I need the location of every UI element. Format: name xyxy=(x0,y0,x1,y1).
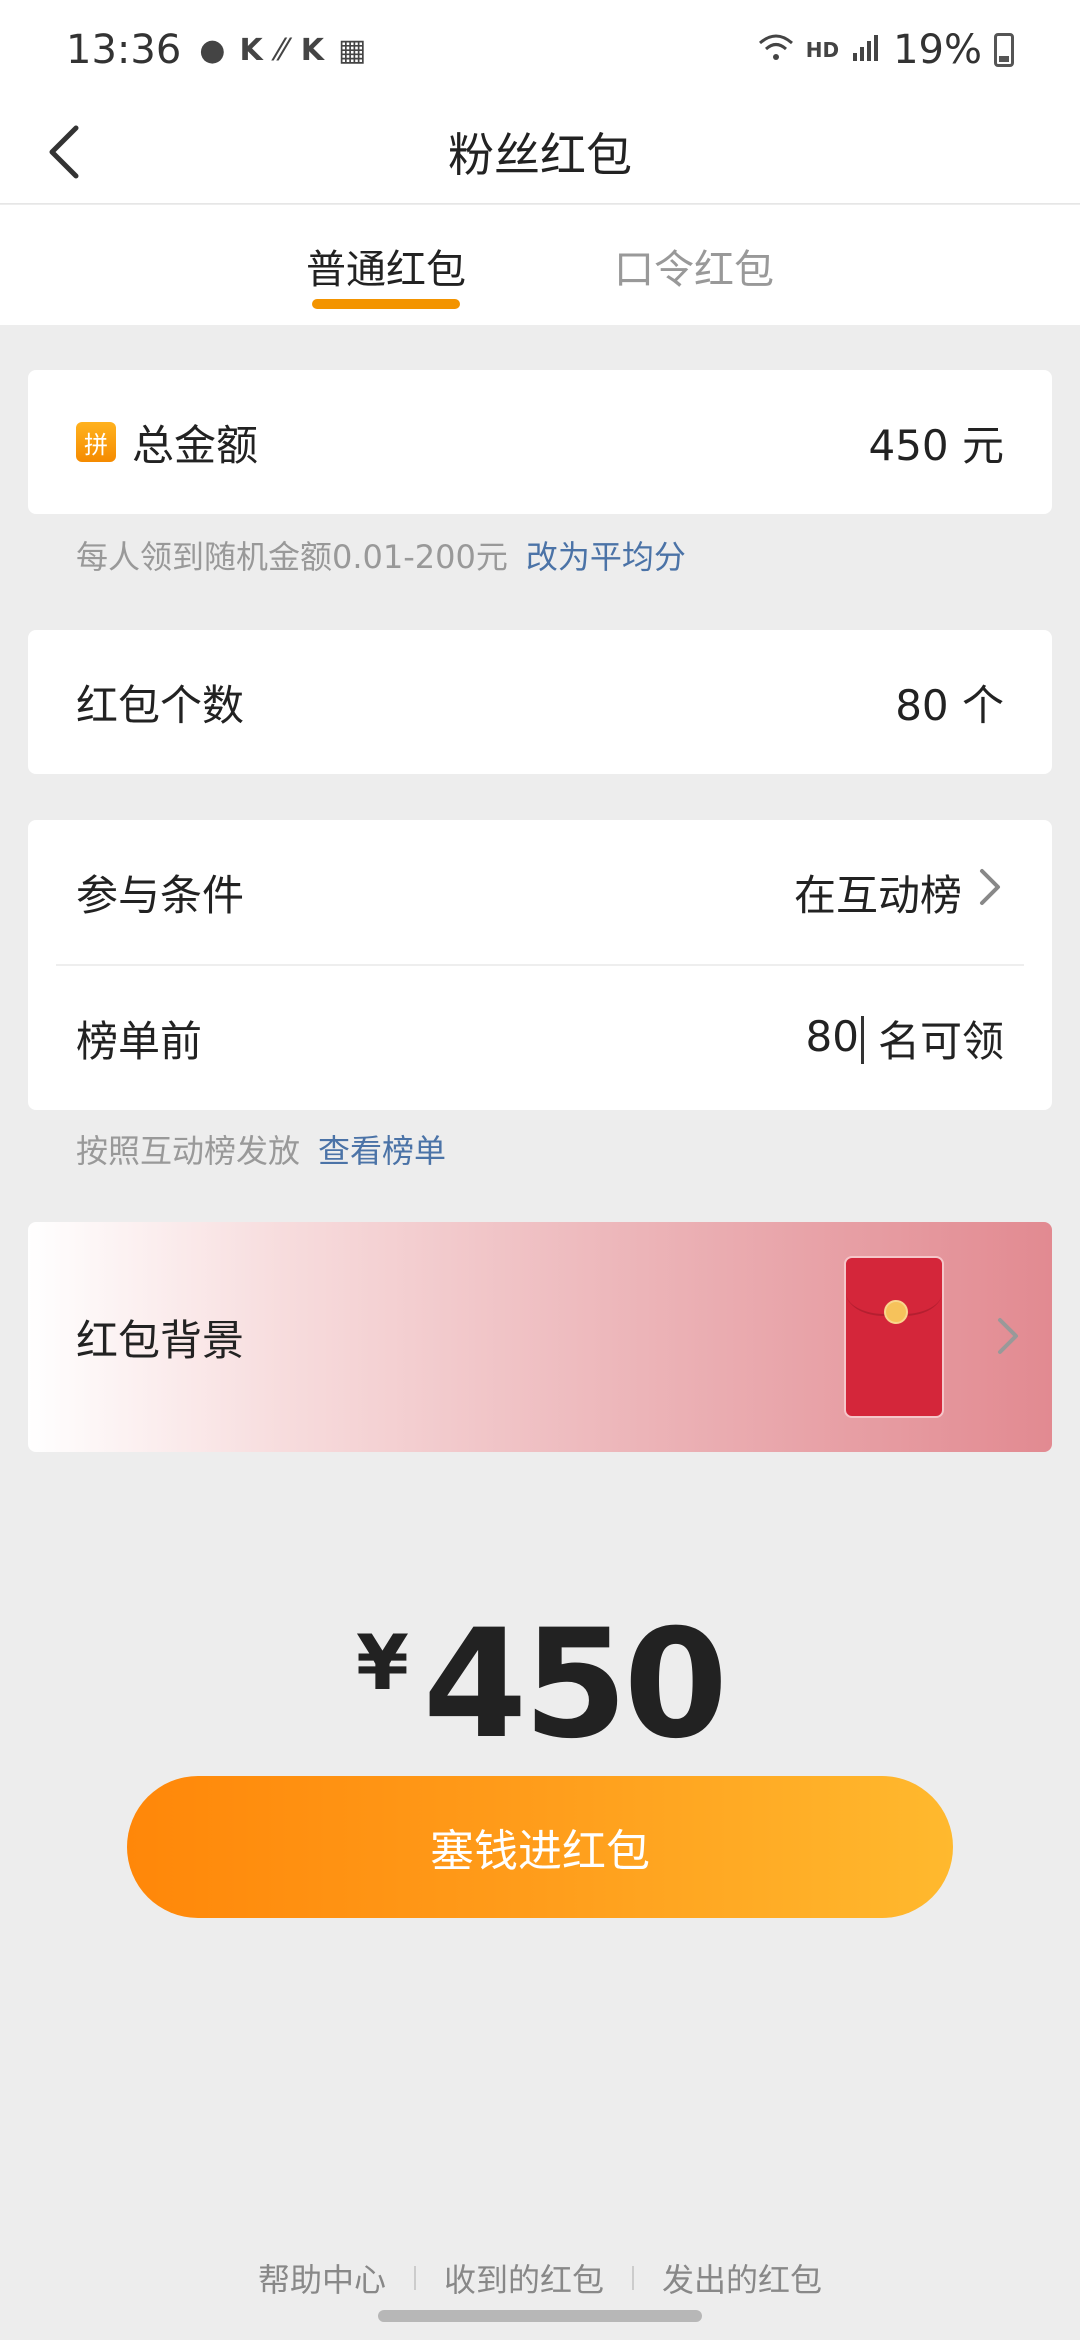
chevron-right-icon xyxy=(994,1314,1022,1362)
total-hint-text: 每人领到随机金额0.01-200元 xyxy=(76,538,508,576)
currency-symbol: ¥ xyxy=(355,1618,409,1707)
switch-average-link[interactable]: 改为平均分 xyxy=(526,532,686,578)
battery-icon xyxy=(994,33,1014,67)
status-time: 13:36 xyxy=(66,27,182,73)
total-amount-label: 总金额 xyxy=(132,420,259,470)
conditions-label: 参与条件 xyxy=(76,870,245,920)
k-icon: K xyxy=(239,32,263,68)
conditions-card: 参与条件 在互动榜 榜单前 80 名可领 xyxy=(28,820,1052,1110)
notification-icons: ● K ⁄⁄ K ▦ xyxy=(199,33,366,68)
view-ranking-link[interactable]: 查看榜单 xyxy=(318,1126,446,1172)
rank-number: 80 xyxy=(805,1012,859,1062)
rank-hint-text: 按照互动榜发放 xyxy=(76,1132,301,1170)
amount-value: 450 xyxy=(422,1598,728,1772)
envelope-background-label: 红包背景 xyxy=(76,1315,245,1365)
sent-envelopes-link[interactable]: 发出的红包 xyxy=(662,2255,822,2301)
rank-input[interactable]: 80 xyxy=(806,1012,864,1064)
chevron-right-icon xyxy=(976,865,1004,919)
wifi-icon xyxy=(758,33,794,67)
signal-slash-icon: ⁄⁄ xyxy=(276,32,287,68)
envelope-background-row[interactable]: 红包背景 xyxy=(28,1222,1052,1452)
rank-value-group: 80 名可领 xyxy=(806,1008,1004,1069)
rank-suffix: 名可领 xyxy=(877,1016,1004,1066)
envelope-coin-icon xyxy=(884,1300,908,1324)
count-card: 红包个数 80 个 xyxy=(28,630,1052,774)
hd-indicator: HD xyxy=(805,38,840,62)
page-title: 粉丝红包 xyxy=(448,127,632,182)
signal-icon xyxy=(851,33,881,67)
rank-label: 榜单前 xyxy=(76,1016,203,1066)
chevron-left-icon xyxy=(49,125,79,179)
tab-active-indicator xyxy=(312,299,460,309)
count-label: 红包个数 xyxy=(76,680,245,730)
footer-links: 帮助中心 收到的红包 发出的红包 xyxy=(0,2255,1080,2301)
back-button[interactable] xyxy=(32,120,96,184)
total-hint: 每人领到随机金额0.01-200元 改为平均分 xyxy=(76,532,686,578)
status-left: 13:36 ● K ⁄⁄ K ▦ xyxy=(66,27,366,73)
home-indicator[interactable] xyxy=(378,2310,702,2322)
rank-row: 榜单前 80 名可领 xyxy=(28,966,1052,1110)
k-icon: K xyxy=(300,32,324,68)
count-row[interactable]: 红包个数 80 个 xyxy=(28,630,1052,774)
total-amount-input[interactable]: 450 元 xyxy=(868,412,1004,473)
total-amount-card: 拼 总金额 450 元 xyxy=(28,370,1052,514)
status-bar: 13:36 ● K ⁄⁄ K ▦ HD 19% xyxy=(0,0,1080,100)
conditions-value-group: 在互动榜 xyxy=(794,862,1004,923)
conditions-row[interactable]: 参与条件 在互动榜 xyxy=(28,820,1052,964)
conditions-value: 在互动榜 xyxy=(793,870,962,920)
count-input[interactable]: 80 个 xyxy=(895,672,1004,733)
submit-button[interactable]: 塞钱进红包 xyxy=(127,1776,953,1918)
chat-icon: ● xyxy=(199,32,226,68)
footer-separator xyxy=(632,2266,634,2290)
tab-normal[interactable]: 普通红包 xyxy=(306,237,466,295)
text-cursor xyxy=(860,1015,864,1064)
received-envelopes-link[interactable]: 收到的红包 xyxy=(444,2255,604,2301)
battery-percent: 19% xyxy=(893,27,982,73)
tab-password[interactable]: 口令红包 xyxy=(614,237,774,295)
pin-badge-icon: 拼 xyxy=(76,422,116,462)
tab-bar: 普通红包 口令红包 xyxy=(0,205,1080,325)
status-right: HD 19% xyxy=(758,27,1014,73)
help-center-link[interactable]: 帮助中心 xyxy=(258,2255,386,2301)
title-bar: 粉丝红包 xyxy=(0,100,1080,204)
total-amount-label-group: 拼 总金额 xyxy=(76,412,258,473)
total-amount-row[interactable]: 拼 总金额 450 元 xyxy=(28,370,1052,514)
red-envelope-thumbnail xyxy=(844,1256,944,1418)
image-icon: ▦ xyxy=(338,32,367,68)
amount-display: ¥ 450 xyxy=(0,1610,1080,1760)
footer-separator xyxy=(413,2266,416,2290)
rank-hint: 按照互动榜发放 查看榜单 xyxy=(76,1126,446,1172)
